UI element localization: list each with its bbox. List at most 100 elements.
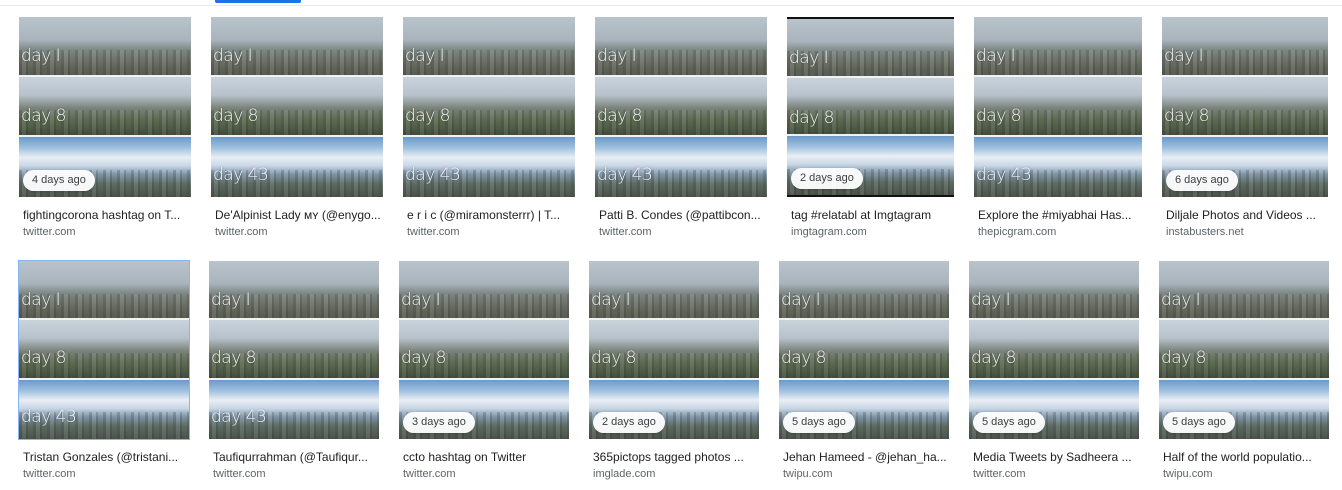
- result-title[interactable]: Half of the world populatio...: [1163, 450, 1329, 464]
- image-result-card[interactable]: day I day 8 day 43 Tristan Gonzales (@trist…: [18, 260, 190, 480]
- day-label-top: day I: [401, 289, 441, 310]
- day-label-mid: day 8: [211, 348, 257, 369]
- image-result-card[interactable]: day I day 8 5 days ago Half of the world po…: [1159, 261, 1329, 480]
- day-label-bottom: day 43: [597, 165, 653, 185]
- result-thumbnail[interactable]: day I day 8 day 43: [209, 261, 379, 439]
- date-badge: 2 days ago: [593, 412, 665, 433]
- result-title[interactable]: Taufiqurrahman (@Taufiqur...: [213, 450, 379, 464]
- day-label-bottom: day 43: [211, 407, 267, 428]
- result-thumbnail[interactable]: day I day 8 day 43: [211, 17, 383, 197]
- tab-bar-divider: [0, 5, 1342, 6]
- day-label-top: day I: [1161, 289, 1201, 310]
- day-label-mid: day 8: [971, 348, 1017, 369]
- day-label-mid: day 8: [781, 348, 827, 369]
- date-badge: 6 days ago: [1166, 170, 1238, 191]
- day-label-top: day I: [971, 289, 1011, 310]
- date-badge: 3 days ago: [403, 412, 475, 433]
- result-thumbnail[interactable]: day I day 8 5 days ago: [779, 261, 949, 439]
- result-thumbnail[interactable]: day I day 8 2 days ago: [589, 261, 759, 439]
- result-title[interactable]: fightingcorona hashtag on T...: [23, 208, 191, 222]
- result-source[interactable]: twitter.com: [215, 226, 268, 239]
- image-result-card[interactable]: day I day 8 2 days ago tag #relatabl at Img…: [787, 17, 954, 238]
- day-label-top: day I: [21, 289, 61, 310]
- day-label-top: day I: [1164, 46, 1204, 67]
- image-result-card[interactable]: day I day 8 day 43 Taufiqurrahman (@Taufiqu…: [209, 261, 379, 480]
- date-badge: 5 days ago: [1163, 412, 1235, 433]
- day-label-top: day I: [976, 46, 1016, 67]
- result-title[interactable]: ccto hashtag on Twitter: [403, 450, 569, 464]
- day-label-mid: day 8: [976, 105, 1022, 126]
- result-thumbnail[interactable]: day I day 8 4 days ago: [19, 17, 191, 197]
- result-title[interactable]: 365pictops tagged photos ...: [593, 450, 759, 464]
- result-thumbnail[interactable]: day I day 8 2 days ago: [787, 17, 954, 197]
- result-source[interactable]: twitter.com: [23, 226, 76, 239]
- result-source[interactable]: twitter.com: [213, 468, 266, 481]
- result-title[interactable]: Tristan Gonzales (@tristani...: [23, 450, 189, 464]
- result-source[interactable]: twitter.com: [403, 468, 456, 481]
- result-source[interactable]: twitter.com: [599, 226, 652, 239]
- day-label-top: day I: [213, 46, 253, 67]
- result-thumbnail[interactable]: day I day 8 3 days ago: [399, 261, 569, 439]
- result-thumbnail[interactable]: day I day 8 5 days ago: [1159, 261, 1329, 439]
- image-result-card[interactable]: day I day 8 2 days ago 365pictops tagged ph…: [589, 261, 759, 480]
- date-badge: 2 days ago: [791, 168, 863, 189]
- day-label-bottom: day 43: [21, 407, 77, 428]
- result-source[interactable]: twipu.com: [1163, 468, 1213, 481]
- result-thumbnail[interactable]: day I day 8 day 43: [595, 17, 767, 197]
- result-title[interactable]: Diljale Photos and Videos ...: [1166, 208, 1328, 222]
- result-source[interactable]: instabusters.net: [1166, 226, 1244, 239]
- date-badge: 5 days ago: [783, 412, 855, 433]
- image-result-card[interactable]: day I day 8 day 43 Explore the #miyabhai Ha…: [974, 17, 1142, 238]
- image-result-card[interactable]: day I day 8 5 days ago Jehan Hameed - @jeha…: [779, 261, 949, 480]
- day-label-top: day I: [597, 46, 637, 67]
- day-label-mid: day 8: [591, 348, 637, 369]
- image-result-card[interactable]: day I day 8 day 43 e r i c (@miramonsterrr)…: [403, 17, 575, 238]
- result-thumbnail[interactable]: day I day 8 day 43: [403, 17, 575, 197]
- result-thumbnail[interactable]: day I day 8 day 43: [18, 260, 190, 440]
- image-result-card[interactable]: day I day 8 4 days ago fightingcorona hasht…: [19, 17, 191, 238]
- result-title[interactable]: Jehan Hameed - @jehan_ha...: [783, 450, 949, 464]
- day-label-mid: day 8: [21, 348, 67, 369]
- day-label-mid: day 8: [405, 105, 451, 126]
- day-label-top: day I: [781, 289, 821, 310]
- result-source[interactable]: imglade.com: [593, 468, 655, 481]
- result-thumbnail[interactable]: day I day 8 day 43: [974, 17, 1142, 197]
- date-badge: 4 days ago: [23, 170, 95, 191]
- image-result-card[interactable]: day I day 8 6 days ago Diljale Photos and V…: [1162, 17, 1328, 238]
- day-label-mid: day 8: [401, 348, 447, 369]
- result-title[interactable]: De'Alpinist Lady ᴍʏ (@enygo...: [215, 208, 383, 222]
- result-source[interactable]: twipu.com: [783, 468, 833, 481]
- result-thumbnail[interactable]: day I day 8 6 days ago: [1162, 17, 1328, 197]
- day-label-top: day I: [405, 46, 445, 67]
- day-label-mid: day 8: [1164, 105, 1210, 126]
- day-label-mid: day 8: [1161, 348, 1207, 369]
- result-source[interactable]: twitter.com: [23, 468, 76, 481]
- image-result-card[interactable]: day I day 8 5 days ago Media Tweets by Sadh…: [969, 261, 1139, 480]
- day-label-top: day I: [211, 289, 251, 310]
- result-title[interactable]: tag #relatabl at Imgtagram: [791, 208, 954, 222]
- day-label-bottom: day 43: [405, 165, 461, 185]
- image-result-card[interactable]: day I day 8 day 43 Patti B. Condes (@pattib…: [595, 17, 767, 238]
- active-tab-indicator: [215, 0, 301, 3]
- day-label-mid: day 8: [213, 105, 259, 126]
- day-label-mid: day 8: [21, 105, 67, 126]
- day-label-top: day I: [789, 48, 829, 69]
- result-title[interactable]: Explore the #miyabhai Has...: [978, 208, 1142, 222]
- result-thumbnail[interactable]: day I day 8 5 days ago: [969, 261, 1139, 439]
- result-title[interactable]: Patti B. Condes (@pattibcon...: [599, 208, 767, 222]
- day-label-top: day I: [21, 46, 61, 67]
- day-label-top: day I: [591, 289, 631, 310]
- day-label-bottom: day 43: [976, 165, 1032, 185]
- image-result-card[interactable]: day I day 8 day 43 De'Alpinist Lady ᴍʏ (@en…: [211, 17, 383, 238]
- day-label-mid: day 8: [597, 105, 643, 126]
- image-result-card[interactable]: day I day 8 3 days ago ccto hashtag on Twit…: [399, 261, 569, 480]
- tab-bar: [0, 0, 1342, 6]
- result-title[interactable]: Media Tweets by Sadheera ...: [973, 450, 1139, 464]
- day-label-mid: day 8: [789, 107, 835, 128]
- result-source[interactable]: thepicgram.com: [978, 226, 1056, 239]
- result-title[interactable]: e r i c (@miramonsterrr) | T...: [407, 208, 575, 222]
- result-source[interactable]: twitter.com: [407, 226, 460, 239]
- result-source[interactable]: imgtagram.com: [791, 226, 867, 239]
- date-badge: 5 days ago: [973, 412, 1045, 433]
- result-source[interactable]: twitter.com: [973, 468, 1026, 481]
